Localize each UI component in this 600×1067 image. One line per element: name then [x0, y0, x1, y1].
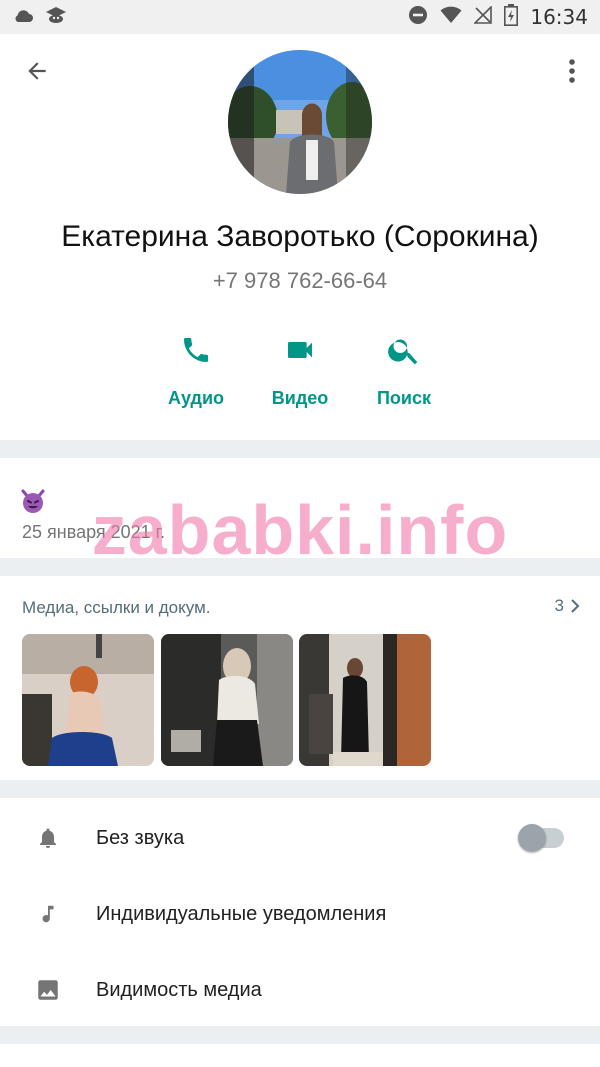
app-icon	[44, 6, 68, 29]
battery-icon	[504, 3, 519, 31]
dnd-icon	[408, 5, 428, 30]
search-icon	[388, 339, 418, 365]
arrow-back-icon	[28, 62, 46, 80]
about-date: 25 января 2021 г.	[22, 522, 166, 542]
about-section[interactable]: 25 января 2021 г.	[0, 458, 600, 558]
audio-label: Аудио	[167, 388, 225, 408]
media-thumbnail-1[interactable]	[22, 634, 154, 766]
no-signal-icon	[473, 4, 493, 29]
status-bar: 16:34	[0, 0, 600, 34]
contact-name: Екатерина Заворотько (Сорокина)	[61, 220, 539, 253]
media-count-link[interactable]: 3	[555, 596, 580, 616]
settings-section: Без звука Индивидуальные уведомления Вид…	[0, 798, 600, 1026]
smiling-devil-icon	[21, 489, 45, 513]
mute-toggle[interactable]	[518, 824, 564, 852]
media-title: Медиа, ссылки и докум.	[22, 598, 211, 617]
status-emoji	[20, 488, 46, 521]
video-icon	[288, 342, 312, 358]
contact-header: Екатерина Заворотько (Сорокина) +7 978 7…	[0, 34, 600, 440]
audio-call-button[interactable]: Аудио	[146, 330, 246, 409]
mute-setting[interactable]: Без звука	[0, 800, 600, 876]
status-time: 16:34	[530, 5, 588, 29]
toggle-knob	[518, 824, 546, 852]
media-thumbnail-2[interactable]	[161, 634, 293, 766]
wifi-icon	[440, 6, 462, 29]
custom-notifications-setting[interactable]: Индивидуальные уведомления	[0, 876, 600, 952]
back-button[interactable]	[20, 54, 54, 88]
video-label: Видео	[271, 388, 329, 408]
media-thumbnail-3[interactable]	[299, 634, 431, 766]
cloud-icon	[12, 7, 34, 28]
phone-icon	[184, 338, 208, 362]
video-call-button[interactable]: Видео	[250, 330, 350, 409]
music-note-icon	[34, 901, 62, 927]
mute-label: Без звука	[96, 826, 185, 849]
next-section	[0, 1044, 600, 1067]
media-visibility-label: Видимость медиа	[96, 978, 262, 1001]
contact-phone: +7 978 762-66-64	[212, 268, 388, 293]
media-visibility-setting[interactable]: Видимость медиа	[0, 952, 600, 1028]
chevron-right-icon	[571, 599, 580, 613]
search-label: Поиск	[376, 388, 432, 408]
search-button[interactable]: Поиск	[354, 330, 454, 409]
avatar[interactable]	[228, 50, 372, 194]
media-count: 3	[554, 596, 564, 615]
bell-icon	[34, 825, 62, 851]
image-icon	[34, 977, 62, 1003]
more-vert-icon	[569, 59, 575, 83]
more-options-button[interactable]	[560, 54, 584, 88]
media-section: Медиа, ссылки и докум. 3	[0, 576, 600, 780]
custom-notifications-label: Индивидуальные уведомления	[96, 902, 387, 925]
